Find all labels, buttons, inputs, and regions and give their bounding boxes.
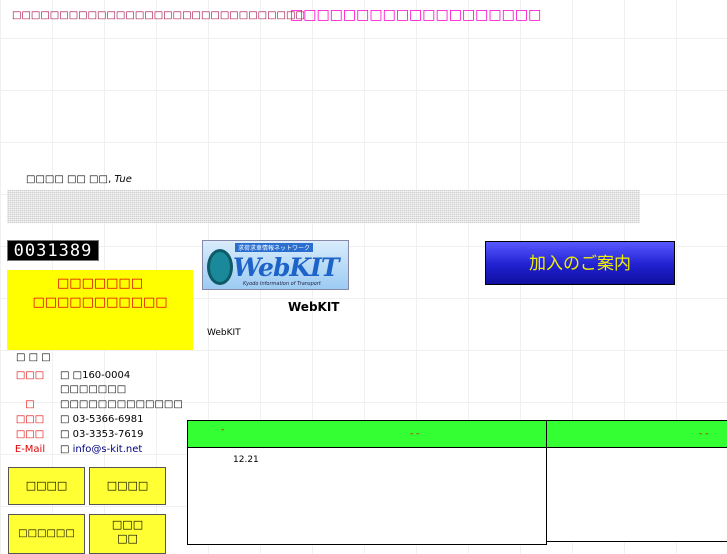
- info-panel: - -: [546, 420, 727, 542]
- news-header-marks: - -: [410, 429, 420, 439]
- main-title: WebKIT: [288, 300, 340, 314]
- logo-chain-icon: [207, 249, 233, 285]
- info-value: □ 03-5366-6981: [60, 414, 144, 425]
- date-weekday: Tue: [114, 174, 132, 185]
- info-header-marks: - -: [699, 429, 709, 439]
- menu-button-4[interactable]: □□□ □□: [89, 514, 166, 554]
- info-row-address2: □ □□□□□□□□□□□□□: [8, 399, 568, 414]
- header-tagline: □□□□□□□□□□□□□□□□□□□□□□□□□□□□□□□: [12, 10, 305, 21]
- menu-button-2[interactable]: □□□□: [89, 467, 166, 505]
- info-row-address1: □□□□□□□: [8, 384, 568, 399]
- notice-box[interactable]: □□□□□□□ □□□□□□□□□□□: [7, 270, 193, 350]
- info-value: □ □160-0004: [60, 370, 131, 381]
- logo-subtitle: Kyodo Information of Transport: [243, 281, 321, 287]
- header-title: □□□□□□□□□□□□□□□□□□□: [290, 7, 542, 23]
- current-date: □□□□ □□ □□, Tue: [26, 174, 132, 185]
- info-value: □□□□□□□: [60, 384, 127, 395]
- info-panel-header: - -: [547, 421, 727, 448]
- news-header-mark: -: [221, 425, 225, 435]
- logo-jp-text: 求荷求車情報ネットワーク: [235, 243, 314, 252]
- notice-line-2: □□□□□□□□□□□: [32, 295, 168, 310]
- notice-line-1: □□□□□□□: [57, 276, 143, 291]
- info-label: □□□: [15, 429, 45, 440]
- info-label: □□□: [15, 370, 45, 381]
- webkit-logo[interactable]: 求荷求車情報ネットワーク WebKIT Kyodo Information of…: [202, 240, 349, 290]
- info-value: □ info@s-kit.net: [60, 444, 142, 455]
- news-panel: - - - 12.21: [187, 420, 547, 545]
- info-label: □: [25, 399, 35, 410]
- menu-button-1[interactable]: □□□□: [8, 467, 85, 505]
- banner-band: [7, 190, 640, 223]
- email-link[interactable]: info@s-kit.net: [73, 444, 143, 455]
- news-panel-header: - - -: [188, 421, 546, 448]
- logo-brand: WebKIT: [233, 253, 339, 282]
- info-label: □□□: [15, 414, 45, 425]
- news-date: 12.21: [233, 455, 259, 465]
- email-prefix: □: [60, 444, 73, 455]
- info-row-postal: □□□ □ □160-0004: [8, 370, 568, 385]
- info-label: E-Mail: [14, 444, 46, 455]
- visitor-counter: 0031389: [7, 240, 99, 261]
- date-text: □□□□ □□ □□,: [26, 174, 112, 185]
- menu-button-3[interactable]: □□□□□□: [8, 514, 85, 554]
- join-info-button[interactable]: 加入のご案内: [485, 241, 675, 285]
- main-description: WebKIT: [207, 328, 241, 338]
- company-name: □ □ □: [16, 352, 51, 363]
- info-value: □ 03-3353-7619: [60, 429, 144, 440]
- info-value: □□□□□□□□□□□□□: [60, 399, 183, 410]
